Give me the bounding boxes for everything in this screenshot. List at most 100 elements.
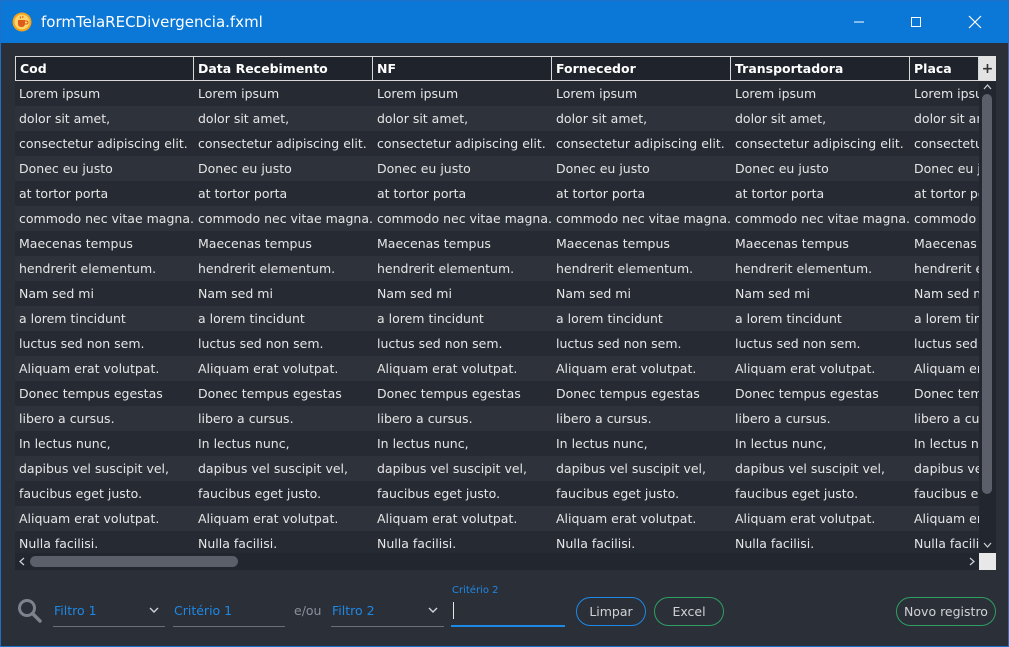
table-row[interactable]: Aliquam erat volutpat. Aliquam erat volut… (15, 356, 979, 381)
table-cell: Nulla facilisi. (556, 536, 636, 551)
table-cell: hendrerit elementum. (377, 261, 515, 276)
close-icon (968, 15, 982, 29)
table-cell: dapibus vel suscipit vel, (735, 461, 885, 476)
table-cell: In lectus nunc, (19, 436, 111, 451)
table-cell: luctus sed non sem. (19, 336, 145, 351)
table-row[interactable]: at tortor porta at tortor porta at tortor … (15, 181, 979, 206)
table-row[interactable]: libero a cursus. libero a cursus. libero a… (15, 406, 979, 431)
column-header[interactable]: Transportadora (731, 56, 910, 81)
table-cell: consectetur adipiscing elit. (377, 136, 546, 151)
table-cell: In lectus nunc, (377, 436, 469, 451)
table-cell: Donec tempus egestas (556, 386, 700, 401)
table-row[interactable]: Donec eu justo Donec eu justo Donec eu jus… (15, 156, 979, 181)
filter2-combobox[interactable]: Filtro 2 (331, 597, 444, 627)
table-cell: at tortor porta (556, 186, 646, 201)
table-cell: Lorem ipsum (556, 86, 638, 101)
table-cell: consectetur adipiscing elit. (19, 136, 188, 151)
table-row[interactable]: In lectus nunc, In lectus nunc, In lectus … (15, 431, 979, 456)
chevron-up-icon[interactable] (982, 82, 993, 92)
vertical-scroll-thumb[interactable] (982, 94, 992, 494)
maximize-button[interactable] (893, 1, 939, 43)
text-caret (453, 602, 454, 619)
table-cell: Donec tempus egestas (19, 386, 163, 401)
table-row[interactable]: Nulla facilisi. Nulla facilisi. Nulla faci… (15, 531, 979, 553)
table-cell: In lectus nunc, (556, 436, 648, 451)
horizontal-scroll-thumb[interactable] (30, 556, 238, 567)
chevron-down-icon (428, 607, 438, 613)
table-cell: Nam sed mi (914, 286, 979, 301)
table-row[interactable]: faucibus eget justo. faucibus eget justo.… (15, 481, 979, 506)
close-button[interactable] (952, 1, 998, 43)
column-header[interactable]: Placa (910, 56, 979, 81)
table-row[interactable]: Donec tempus egestas Donec tempus egestas… (15, 381, 979, 406)
table-cell: Nam sed mi (198, 286, 273, 301)
table-row[interactable]: Nam sed mi Nam sed mi Nam sed mi Nam sed mi… (15, 281, 979, 306)
table-row[interactable]: Maecenas tempus Maecenas tempus Maecenas t… (15, 231, 979, 256)
minimize-icon (854, 21, 864, 23)
column-menu-button[interactable]: + (979, 56, 996, 81)
chevron-down-icon[interactable] (982, 540, 993, 550)
table-cell: consectetur adipiscing elit. (198, 136, 367, 151)
filter1-combobox[interactable]: Filtro 1 (53, 597, 165, 627)
table-row[interactable]: dolor sit amet, dolor sit amet, dolor sit … (15, 106, 979, 131)
chevron-right-icon[interactable] (967, 556, 977, 567)
table-cell: Lorem ipsum (914, 86, 979, 101)
column-header[interactable]: Fornecedor (552, 56, 731, 81)
table-cell: at tortor porta (735, 186, 825, 201)
table-cell: faucibus eget justo. (735, 486, 859, 501)
table-cell: at tortor porta (914, 186, 979, 201)
title-bar[interactable]: formTelaRECDivergencia.fxml (1, 1, 1008, 43)
chevron-left-icon[interactable] (17, 556, 27, 567)
table-row[interactable]: commodo nec vitae magna. commodo nec vita… (15, 206, 979, 231)
excel-button[interactable]: Excel (654, 597, 724, 626)
table-cell: commodo nec vitae magna. (556, 211, 731, 226)
table-cell: libero a cursus. (735, 411, 831, 426)
column-header[interactable]: NF (373, 56, 552, 81)
table-cell: Nulla facilisi. (914, 536, 979, 551)
table-row[interactable]: hendrerit elementum. hendrerit elementum.… (15, 256, 979, 281)
table-cell: dapibus vel suscipit vel, (377, 461, 527, 476)
table-cell: consectetur adipiscing elit. (735, 136, 904, 151)
new-record-button[interactable]: Novo registro (896, 597, 996, 626)
chevron-down-icon (149, 607, 159, 613)
table-cell: luctus sed non sem. (377, 336, 503, 351)
table-cell: Lorem ipsum (735, 86, 817, 101)
table-cell: libero a cursus. (914, 411, 979, 426)
table-cell: consectetur adipiscing elit. (556, 136, 725, 151)
table-cell: dolor sit amet, (914, 111, 979, 126)
table-row[interactable]: consectetur adipiscing elit. consectetur … (15, 131, 979, 156)
minimize-button[interactable] (836, 1, 882, 43)
clear-button[interactable]: Limpar (576, 597, 646, 626)
data-table[interactable]: Cod Data Recebimento NF Fornecedor Transport… (15, 56, 996, 570)
criterio2-input[interactable] (451, 599, 565, 627)
vertical-scrollbar[interactable] (979, 81, 996, 553)
table-cell: Nulla facilisi. (735, 536, 815, 551)
table-row[interactable]: a lorem tincidunt a lorem tincidunt a lore… (15, 306, 979, 331)
criterio1-input[interactable]: Critério 1 (173, 597, 285, 627)
table-cell: Aliquam erat volutpat. (19, 361, 160, 376)
table-cell: dapibus vel suscipit vel, (914, 461, 979, 476)
table-cell: commodo nec vitae magna. (19, 211, 194, 226)
table-cell: Lorem ipsum (377, 86, 459, 101)
column-header[interactable]: Data Recebimento (194, 56, 373, 81)
table-cell: In lectus nunc, (914, 436, 979, 451)
horizontal-scrollbar[interactable] (15, 553, 979, 570)
column-header[interactable]: Cod (15, 56, 194, 81)
table-cell: Donec eu justo (556, 161, 650, 176)
table-cell: Lorem ipsum (198, 86, 280, 101)
table-row[interactable]: luctus sed non sem. luctus sed non sem. lu… (15, 331, 979, 356)
table-cell: a lorem tincidunt (377, 311, 484, 326)
table-cell: Aliquam erat volutpat. (198, 511, 339, 526)
table-cell: Donec eu justo (735, 161, 829, 176)
table-cell: Maecenas tempus (198, 236, 312, 251)
table-cell: Aliquam erat volutpat. (735, 361, 876, 376)
table-row[interactable]: dapibus vel suscipit vel, dapibus vel sus… (15, 456, 979, 481)
table-cell: Donec tempus egestas (914, 386, 979, 401)
table-cell: faucibus eget justo. (914, 486, 979, 501)
table-cell: dolor sit amet, (735, 111, 827, 126)
table-cell: Aliquam erat volutpat. (735, 511, 876, 526)
filter2-label: Filtro 2 (332, 603, 375, 618)
table-row[interactable]: Lorem ipsum Lorem ipsum Lorem ipsum Lorem i… (15, 81, 979, 106)
table-cell: dapibus vel suscipit vel, (556, 461, 706, 476)
table-row[interactable]: Aliquam erat volutpat. Aliquam erat volut… (15, 506, 979, 531)
